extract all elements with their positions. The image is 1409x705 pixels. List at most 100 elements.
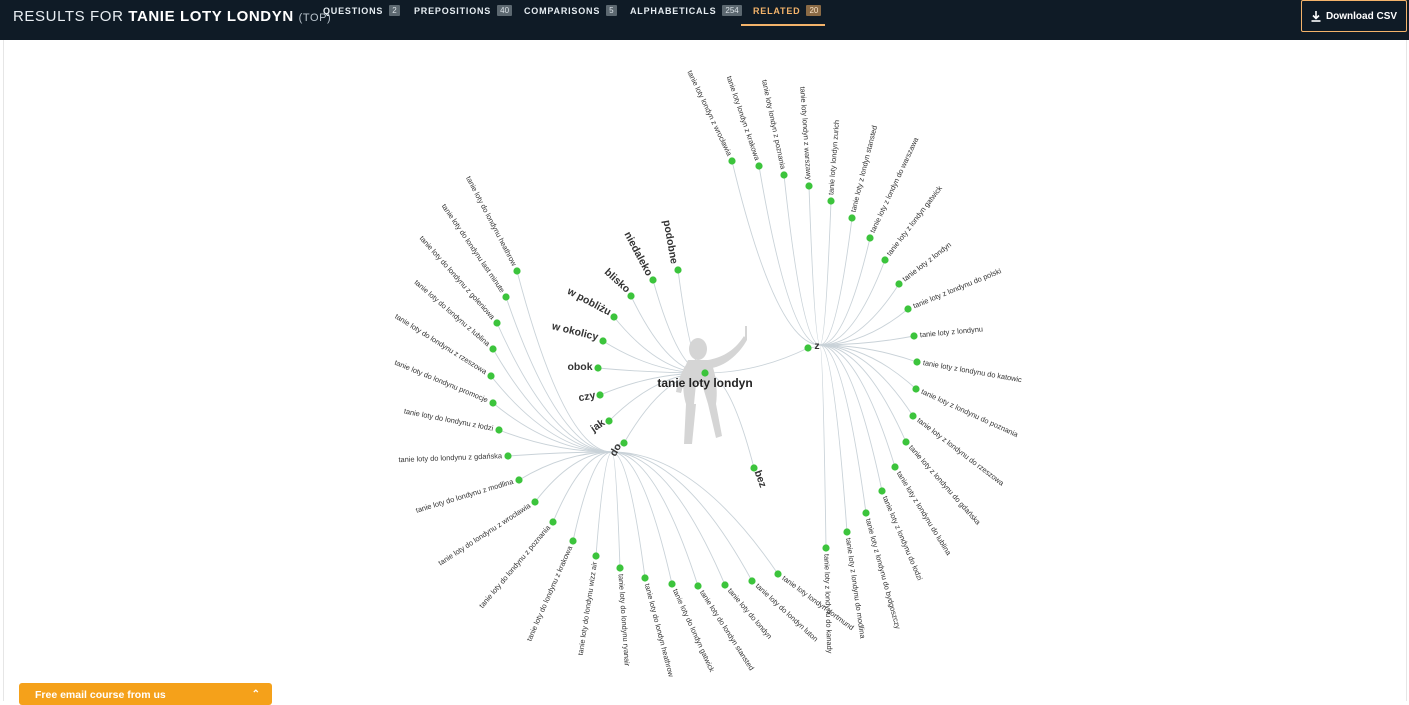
do-leaf-node[interactable] bbox=[748, 577, 756, 585]
modifier-node[interactable] bbox=[620, 439, 628, 447]
modifier-label[interactable]: bez bbox=[752, 469, 769, 490]
do-leaf-node[interactable] bbox=[495, 426, 503, 434]
do-leaf-label[interactable]: tanie loty do londynu z modlina bbox=[415, 477, 516, 515]
modifier-label[interactable]: jak bbox=[588, 417, 608, 436]
do-leaf-link bbox=[611, 451, 646, 579]
modifier-node[interactable] bbox=[599, 337, 607, 345]
z-leaf-link bbox=[819, 200, 832, 346]
z-leaf-node[interactable] bbox=[878, 487, 886, 495]
do-leaf-label[interactable]: tanie loty do londynu z łodzi bbox=[403, 407, 494, 433]
z-leaf-label[interactable]: tanie loty z londyn bbox=[901, 240, 953, 283]
do-leaf-link bbox=[552, 451, 613, 523]
do-leaf-node[interactable] bbox=[569, 537, 577, 545]
do-leaf-link bbox=[611, 451, 726, 586]
modifier-node[interactable] bbox=[596, 391, 604, 399]
do-leaf-link bbox=[611, 451, 673, 585]
modifier-label[interactable]: z bbox=[814, 340, 819, 352]
do-leaf-node[interactable] bbox=[549, 518, 557, 526]
z-leaf-link bbox=[819, 344, 867, 514]
z-leaf-node[interactable] bbox=[755, 162, 763, 170]
modifier-node[interactable] bbox=[594, 364, 602, 372]
email-course-label: Free email course from us bbox=[35, 689, 166, 701]
modifier-label[interactable]: blisko bbox=[602, 266, 633, 295]
z-leaf-node[interactable] bbox=[904, 305, 912, 313]
z-leaf-label[interactable]: tanie loty z londynu do katowic bbox=[922, 358, 1023, 384]
do-leaf-node[interactable] bbox=[694, 582, 702, 590]
z-leaf-node[interactable] bbox=[912, 385, 920, 393]
do-leaf-node[interactable] bbox=[502, 293, 510, 301]
z-leaf-node[interactable] bbox=[881, 256, 889, 264]
z-leaf-node[interactable] bbox=[866, 234, 874, 242]
z-leaf-node[interactable] bbox=[910, 332, 918, 340]
do-leaf-node[interactable] bbox=[531, 498, 539, 506]
modifier-node[interactable] bbox=[610, 313, 618, 321]
z-leaf-link bbox=[819, 237, 871, 346]
z-leaf-label[interactable]: tanie loty londyn zurich bbox=[826, 120, 841, 196]
z-leaf-node[interactable] bbox=[848, 214, 856, 222]
do-leaf-node[interactable] bbox=[487, 372, 495, 380]
email-course-bar[interactable]: Free email course from us ⌃ bbox=[19, 683, 272, 705]
z-leaf-label[interactable]: tanie loty londyn z poznania bbox=[760, 79, 788, 171]
z-leaf-node[interactable] bbox=[862, 509, 870, 517]
do-leaf-link bbox=[611, 451, 753, 582]
do-leaf-node[interactable] bbox=[721, 581, 729, 589]
do-leaf-node[interactable] bbox=[515, 476, 523, 484]
modifier-label[interactable]: podobne bbox=[660, 219, 680, 265]
do-leaf-node[interactable] bbox=[489, 345, 497, 353]
do-leaf-node[interactable] bbox=[668, 580, 676, 588]
z-leaf-link bbox=[819, 259, 886, 346]
z-leaf-node[interactable] bbox=[780, 171, 788, 179]
modifier-node[interactable] bbox=[605, 417, 613, 425]
modifier-node[interactable] bbox=[627, 292, 635, 300]
z-leaf-node[interactable] bbox=[891, 463, 899, 471]
do-leaf-label[interactable]: tanie loty do londynu ryanair bbox=[616, 574, 631, 667]
do-leaf-node[interactable] bbox=[774, 570, 782, 578]
do-leaf-node[interactable] bbox=[641, 574, 649, 582]
z-leaf-node[interactable] bbox=[822, 544, 830, 552]
z-leaf-node[interactable] bbox=[909, 412, 917, 420]
z-leaf-label[interactable]: tanie loty z londyn stansted bbox=[849, 124, 880, 213]
do-leaf-link bbox=[595, 451, 613, 557]
z-leaf-link bbox=[808, 185, 821, 346]
z-leaf-node[interactable] bbox=[913, 358, 921, 366]
do-leaf-label[interactable]: tanie loty do londynu wizz air bbox=[576, 561, 599, 656]
z-leaf-link bbox=[819, 217, 853, 346]
modifier-node[interactable] bbox=[674, 266, 682, 274]
do-leaf-label[interactable]: tanie loty do londynu z krakowa bbox=[525, 544, 575, 643]
modifier-label[interactable]: obok bbox=[567, 361, 592, 373]
z-leaf-label[interactable]: tanie loty z londynu do polski bbox=[912, 266, 1003, 310]
do-leaf-label[interactable]: tanie loty do londynu z gdańska bbox=[398, 451, 503, 464]
modifier-label[interactable]: niedaleko bbox=[622, 230, 655, 278]
z-leaf-node[interactable] bbox=[895, 280, 903, 288]
do-leaf-node[interactable] bbox=[592, 552, 600, 560]
do-leaf-node[interactable] bbox=[493, 319, 501, 327]
z-leaf-node[interactable] bbox=[805, 182, 813, 190]
z-leaf-link bbox=[819, 344, 827, 549]
chevron-up-icon: ⌃ bbox=[251, 689, 260, 700]
z-leaf-link bbox=[783, 174, 821, 346]
z-leaf-node[interactable] bbox=[902, 438, 910, 446]
z-leaf-label[interactable]: tanie loty londyn z warszawy bbox=[798, 86, 813, 180]
do-leaf-label[interactable]: tanie loty do londynu last minute bbox=[440, 202, 507, 294]
z-leaf-link bbox=[819, 344, 917, 390]
z-leaf-node[interactable] bbox=[843, 528, 851, 536]
center-keyword-label: tanie loty londyn bbox=[657, 376, 752, 390]
do-leaf-node[interactable] bbox=[616, 564, 624, 572]
do-leaf-label[interactable]: tanie loty londyn dortmund bbox=[780, 573, 855, 632]
modifier-label[interactable]: czy bbox=[578, 389, 597, 404]
modifier-label[interactable]: w okolicy bbox=[550, 320, 600, 343]
do-leaf-label[interactable]: tanie loty do londynu z goleniowa bbox=[418, 234, 498, 322]
do-leaf-node[interactable] bbox=[489, 399, 497, 407]
z-leaf-label[interactable]: tanie loty z londynu bbox=[919, 324, 983, 339]
modifier-label[interactable]: w pobliżu bbox=[564, 285, 613, 319]
z-leaf-link bbox=[758, 165, 821, 346]
do-leaf-node[interactable] bbox=[504, 452, 512, 460]
do-leaf-node[interactable] bbox=[513, 267, 521, 275]
modifier-node[interactable] bbox=[649, 276, 657, 284]
do-leaf-label[interactable]: tanie loty do londyn heathrow bbox=[643, 583, 676, 679]
z-leaf-link bbox=[819, 283, 900, 346]
modifier-node[interactable] bbox=[804, 344, 812, 352]
search-wheel-visualization: podobneniedalekobliskow pobliżuw okolicy… bbox=[393, 69, 1023, 679]
z-leaf-node[interactable] bbox=[827, 197, 835, 205]
z-leaf-node[interactable] bbox=[728, 157, 736, 165]
